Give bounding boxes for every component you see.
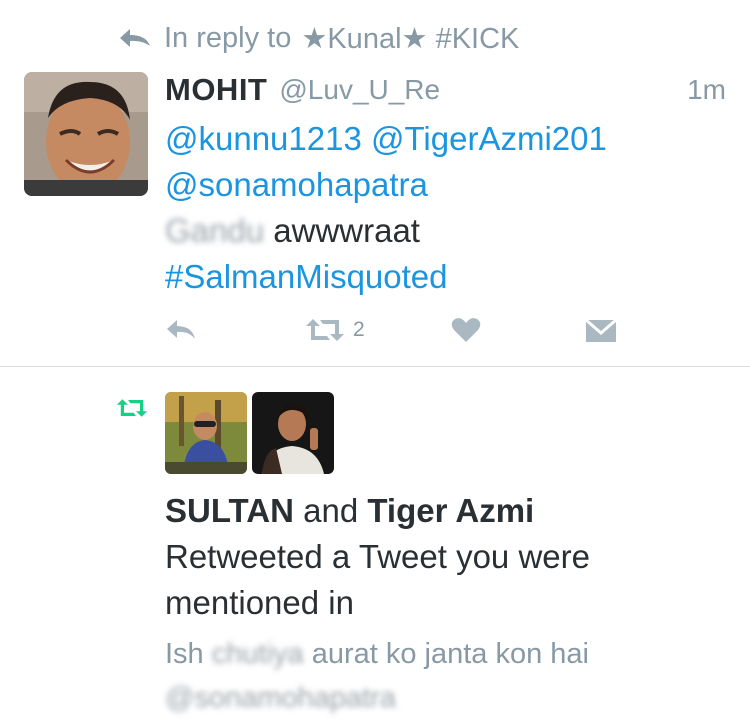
reply-button[interactable]: [165, 312, 197, 348]
retweeter-name[interactable]: SULTAN: [165, 492, 294, 529]
tweet-word: awwwraat: [273, 212, 420, 249]
quoted-tweet-preview[interactable]: Ish chutiya aurat ko janta kon hai @sona…: [165, 632, 725, 720]
direct-message-icon: [585, 318, 617, 342]
tweet-timestamp: 1m: [687, 74, 726, 105]
retweet-icon: [306, 319, 344, 341]
retweeter-avatar[interactable]: [165, 392, 247, 474]
quoted-blurred-word: chutiya: [211, 638, 304, 670]
mention-link[interactable]: @kunnu1213: [165, 120, 362, 157]
mention-link[interactable]: @sonamohapatra: [165, 166, 428, 203]
notification-message: Retweeted a Tweet you were mentioned in: [165, 538, 590, 621]
blurred-word: Gandu: [165, 212, 265, 249]
like-heart-icon: [451, 318, 481, 342]
author-handle[interactable]: @Luv_U_Re: [279, 74, 440, 106]
tweet-text: @kunnu1213 @TigerAzmi201 @sonamohapatra …: [165, 116, 725, 300]
like-button[interactable]: [451, 312, 481, 348]
retweet-notification-text: SULTAN and Tiger Azmi Retweeted a Tweet …: [165, 488, 725, 626]
retweeter-avatar[interactable]: [252, 392, 334, 474]
author-avatar[interactable]: [24, 72, 148, 196]
retweet-icon: [116, 399, 148, 417]
retweet-count: 2: [353, 318, 365, 341]
author-name[interactable]: MOHIT: [165, 72, 267, 108]
notification-joiner: and: [303, 492, 359, 529]
quoted-text-next-line: @sonamohapatra: [165, 682, 396, 714]
reply-context-prefix: In reply to: [164, 21, 292, 54]
retweet-button[interactable]: 2: [305, 312, 365, 348]
reply-context-target[interactable]: ★Kunal★ #KICK: [301, 21, 519, 56]
reply-context[interactable]: In reply to ★Kunal★ #KICK: [118, 18, 519, 58]
reply-icon: [167, 320, 195, 339]
direct-message-button[interactable]: [585, 312, 617, 348]
tweet-header: MOHIT @Luv_U_Re 1m: [165, 68, 726, 112]
mention-link[interactable]: @TigerAzmi201: [371, 120, 607, 157]
quoted-text-rest: aurat ko janta kon hai: [311, 638, 590, 670]
tweet-actions: 2: [165, 312, 625, 348]
quoted-text-start: Ish: [165, 638, 204, 670]
reply-arrow-icon: [120, 29, 150, 47]
hashtag-link[interactable]: #SalmanMisquoted: [165, 258, 448, 295]
retweeter-name[interactable]: Tiger Azmi: [367, 492, 534, 529]
tweet-divider: [0, 366, 750, 367]
